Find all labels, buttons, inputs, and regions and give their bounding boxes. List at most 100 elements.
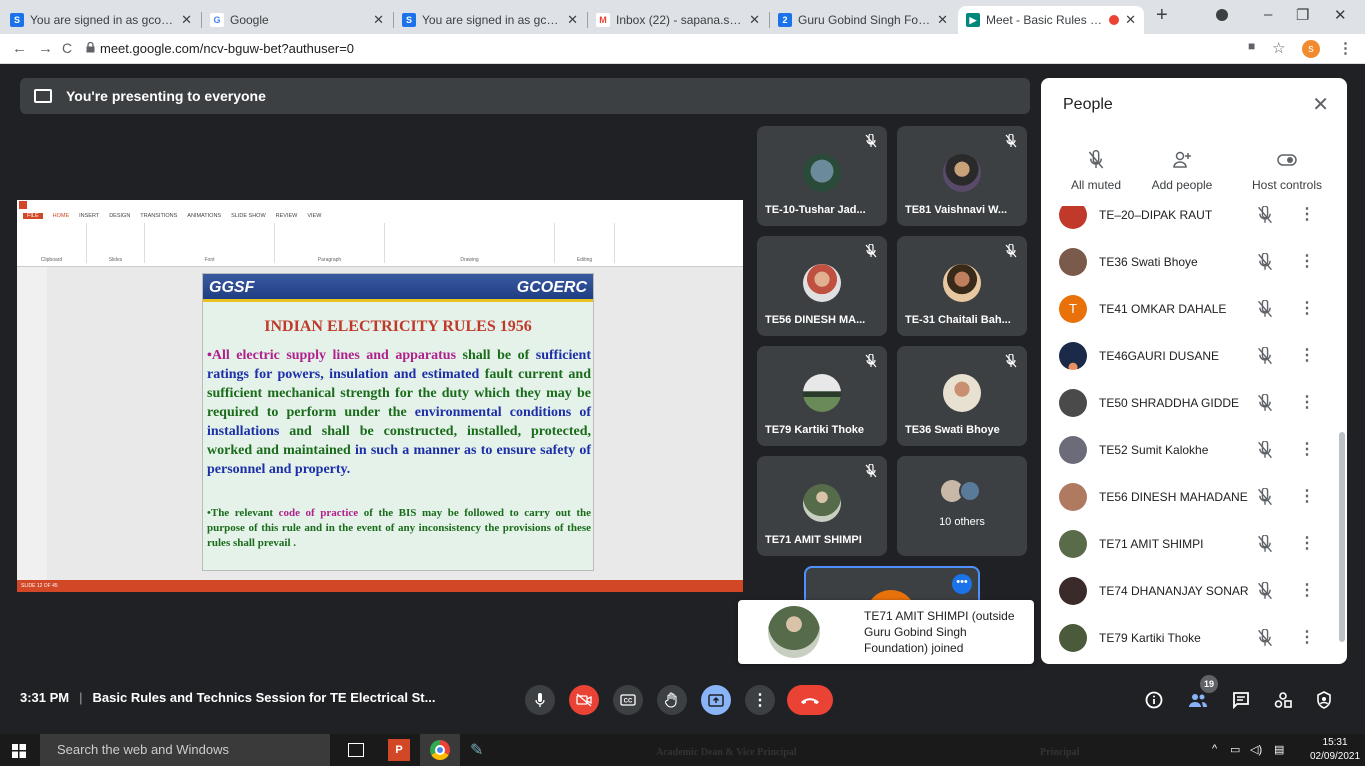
host-controls-button[interactable]: Host controls <box>1237 148 1337 192</box>
people-scrollbar[interactable] <box>1339 432 1345 642</box>
gmail-icon: M <box>596 13 610 27</box>
list-item[interactable]: TE79 Kartiki Thoke ⋮ <box>1041 615 1341 662</box>
bookmark-star-icon[interactable]: ☆ <box>1272 39 1285 57</box>
more-vert-icon[interactable]: ⋮ <box>1299 533 1315 553</box>
google-favicon-icon: G <box>210 13 224 27</box>
close-tab-icon[interactable]: ✕ <box>181 12 192 28</box>
avatar <box>1059 483 1087 511</box>
list-item[interactable]: TE52 Sumit Kalokhe ⋮ <box>1041 427 1341 474</box>
others-tile[interactable]: 10 others <box>897 456 1027 556</box>
participant-name: TE36 Swati Bhoye <box>905 424 1000 436</box>
list-item[interactable]: T TE41 OMKAR DAHALE ⋮ <box>1041 286 1341 333</box>
all-muted-button[interactable]: All muted <box>1051 148 1141 192</box>
list-item[interactable]: TE36 Swati Bhoye ⋮ <box>1041 239 1341 286</box>
close-tab-icon[interactable]: ✕ <box>937 12 948 28</box>
captions-button[interactable]: CC <box>613 685 643 715</box>
close-tab-icon[interactable]: ✕ <box>567 12 578 28</box>
ppt-title-bar <box>17 200 743 210</box>
activities-button[interactable] <box>1272 689 1294 711</box>
meeting-details-button[interactable] <box>1143 689 1165 711</box>
present-button[interactable] <box>701 685 731 715</box>
more-options-icon[interactable]: ••• <box>952 574 972 594</box>
volume-icon[interactable]: ◁) <box>1250 743 1262 756</box>
back-icon[interactable]: ← <box>12 40 27 57</box>
taskbar-search-input[interactable]: Search the web and Windows <box>40 734 330 766</box>
camera-indicator-icon[interactable]: ■ <box>1248 39 1255 53</box>
slide-paragraph-2: •The relevant code of practice of the BI… <box>207 507 591 549</box>
browser-tab-gmail[interactable]: M Inbox (22) - sapana.sonar@gc ✕ <box>588 6 768 34</box>
more-vert-icon[interactable]: ⋮ <box>1299 580 1315 600</box>
tab-title: Inbox (22) - sapana.sonar@gc <box>616 13 743 27</box>
powerpoint-app-icon[interactable]: P <box>388 739 410 761</box>
close-tab-icon[interactable]: ✕ <box>1125 12 1136 28</box>
minimize-icon[interactable]: – <box>1264 6 1272 23</box>
task-view-icon[interactable] <box>348 743 364 757</box>
browser-tab[interactable]: G Google ✕ <box>202 6 392 34</box>
more-vert-icon[interactable]: ⋮ <box>1299 439 1315 459</box>
more-vert-icon[interactable]: ⋮ <box>1299 206 1315 224</box>
participant-tile[interactable]: TE71 AMIT SHIMPI <box>757 456 887 556</box>
more-vert-icon[interactable]: ⋮ <box>1299 392 1315 412</box>
participant-tile[interactable]: TE56 DINESH MA... <box>757 236 887 336</box>
taskbar-clock[interactable]: 15:31 02/09/2021 <box>1310 736 1360 764</box>
host-controls-shield-button[interactable] <box>1313 689 1335 711</box>
list-item[interactable]: TE74 DHANANJAY SONAR ⋮ <box>1041 568 1341 615</box>
camera-off-button[interactable] <box>569 685 599 715</box>
list-item[interactable]: TE71 AMIT SHIMPI ⋮ <box>1041 521 1341 568</box>
more-vert-icon[interactable]: ⋮ <box>1299 345 1315 365</box>
close-icon[interactable]: ✕ <box>1312 92 1329 117</box>
reload-icon[interactable]: C <box>62 40 72 56</box>
toggle-icon <box>1277 154 1297 166</box>
shield-icon <box>1317 691 1331 709</box>
add-people-button[interactable]: Add people <box>1137 148 1227 192</box>
paint-app-icon[interactable]: ✎ <box>470 740 483 760</box>
browser-tab[interactable]: S You are signed in as gcoercstu ✕ <box>394 6 586 34</box>
close-window-icon[interactable]: ✕ <box>1334 6 1347 24</box>
more-vert-icon[interactable]: ⋮ <box>1299 298 1315 318</box>
mic-button[interactable] <box>525 685 555 715</box>
windows-taskbar: Search the web and Windows P ✎ Academic … <box>0 734 1365 766</box>
notifications-icon[interactable]: ▤ <box>1274 743 1284 756</box>
participant-name: TE46GAURI DUSANE <box>1099 349 1220 363</box>
list-item[interactable]: TE–20–DIPAK RAUT ⋮ <box>1041 206 1341 239</box>
participant-name: TE56 DINESH MA... <box>765 314 866 326</box>
close-tab-icon[interactable]: ✕ <box>373 12 384 28</box>
restore-icon[interactable]: ❐ <box>1296 6 1309 24</box>
browser-tab[interactable]: S You are signed in as gcoercstu ✕ <box>2 6 200 34</box>
browser-tab[interactable]: 2 Guru Gobind Singh Foundation ✕ <box>770 6 956 34</box>
more-options-icon[interactable]: ⋮ <box>745 685 775 715</box>
tab-search-icon[interactable] <box>1216 9 1228 21</box>
lock-icon[interactable] <box>86 42 95 53</box>
url-bar[interactable]: meet.google.com/ncv-bguw-bet?authuser=0 <box>100 41 354 56</box>
participant-tile[interactable]: TE-31 Chaitali Bah... <box>897 236 1027 336</box>
browser-menu-icon[interactable]: ⋮ <box>1338 39 1353 57</box>
close-tab-icon[interactable]: ✕ <box>749 12 760 28</box>
participant-tile[interactable]: TE36 Swati Bhoye <box>897 346 1027 446</box>
raise-hand-button[interactable] <box>657 685 687 715</box>
more-vert-icon[interactable]: ⋮ <box>1299 251 1315 271</box>
leave-call-button[interactable] <box>787 685 833 715</box>
slide: GGSF GCOERC INDIAN ELECTRICITY RULES 195… <box>203 274 593 570</box>
profile-avatar[interactable]: s <box>1302 40 1320 58</box>
tray-chevron-icon[interactable]: ^ <box>1212 743 1217 755</box>
participant-tile[interactable]: TE-10-Tushar Jad... <box>757 126 887 226</box>
more-vert-icon[interactable]: ⋮ <box>1299 627 1315 647</box>
participant-avatar <box>959 480 981 502</box>
list-item[interactable]: TE50 SHRADDHA GIDDE ⋮ <box>1041 380 1341 427</box>
list-item[interactable]: TE56 DINESH MAHADANE ⋮ <box>1041 474 1341 521</box>
participant-avatar <box>943 374 981 412</box>
participant-tile[interactable]: TE81 Vaishnavi W... <box>897 126 1027 226</box>
browser-tab-active[interactable]: ▶ Meet - Basic Rules and Te ✕ <box>958 6 1144 34</box>
avatar <box>1059 624 1087 652</box>
mic-off-icon <box>1258 488 1272 506</box>
chrome-app-button[interactable] <box>420 734 460 766</box>
participant-tile[interactable]: TE79 Kartiki Thoke <box>757 346 887 446</box>
chat-button[interactable] <box>1230 689 1252 711</box>
new-tab-icon[interactable]: + <box>1156 4 1168 27</box>
windows-start-icon[interactable] <box>12 744 26 758</box>
network-icon[interactable]: ▭ <box>1230 743 1240 756</box>
forward-icon[interactable]: → <box>38 40 53 57</box>
more-vert-icon[interactable]: ⋮ <box>1299 486 1315 506</box>
list-item[interactable]: TE46GAURI DUSANE ⋮ <box>1041 333 1341 380</box>
slide-thumbnails <box>17 267 47 580</box>
